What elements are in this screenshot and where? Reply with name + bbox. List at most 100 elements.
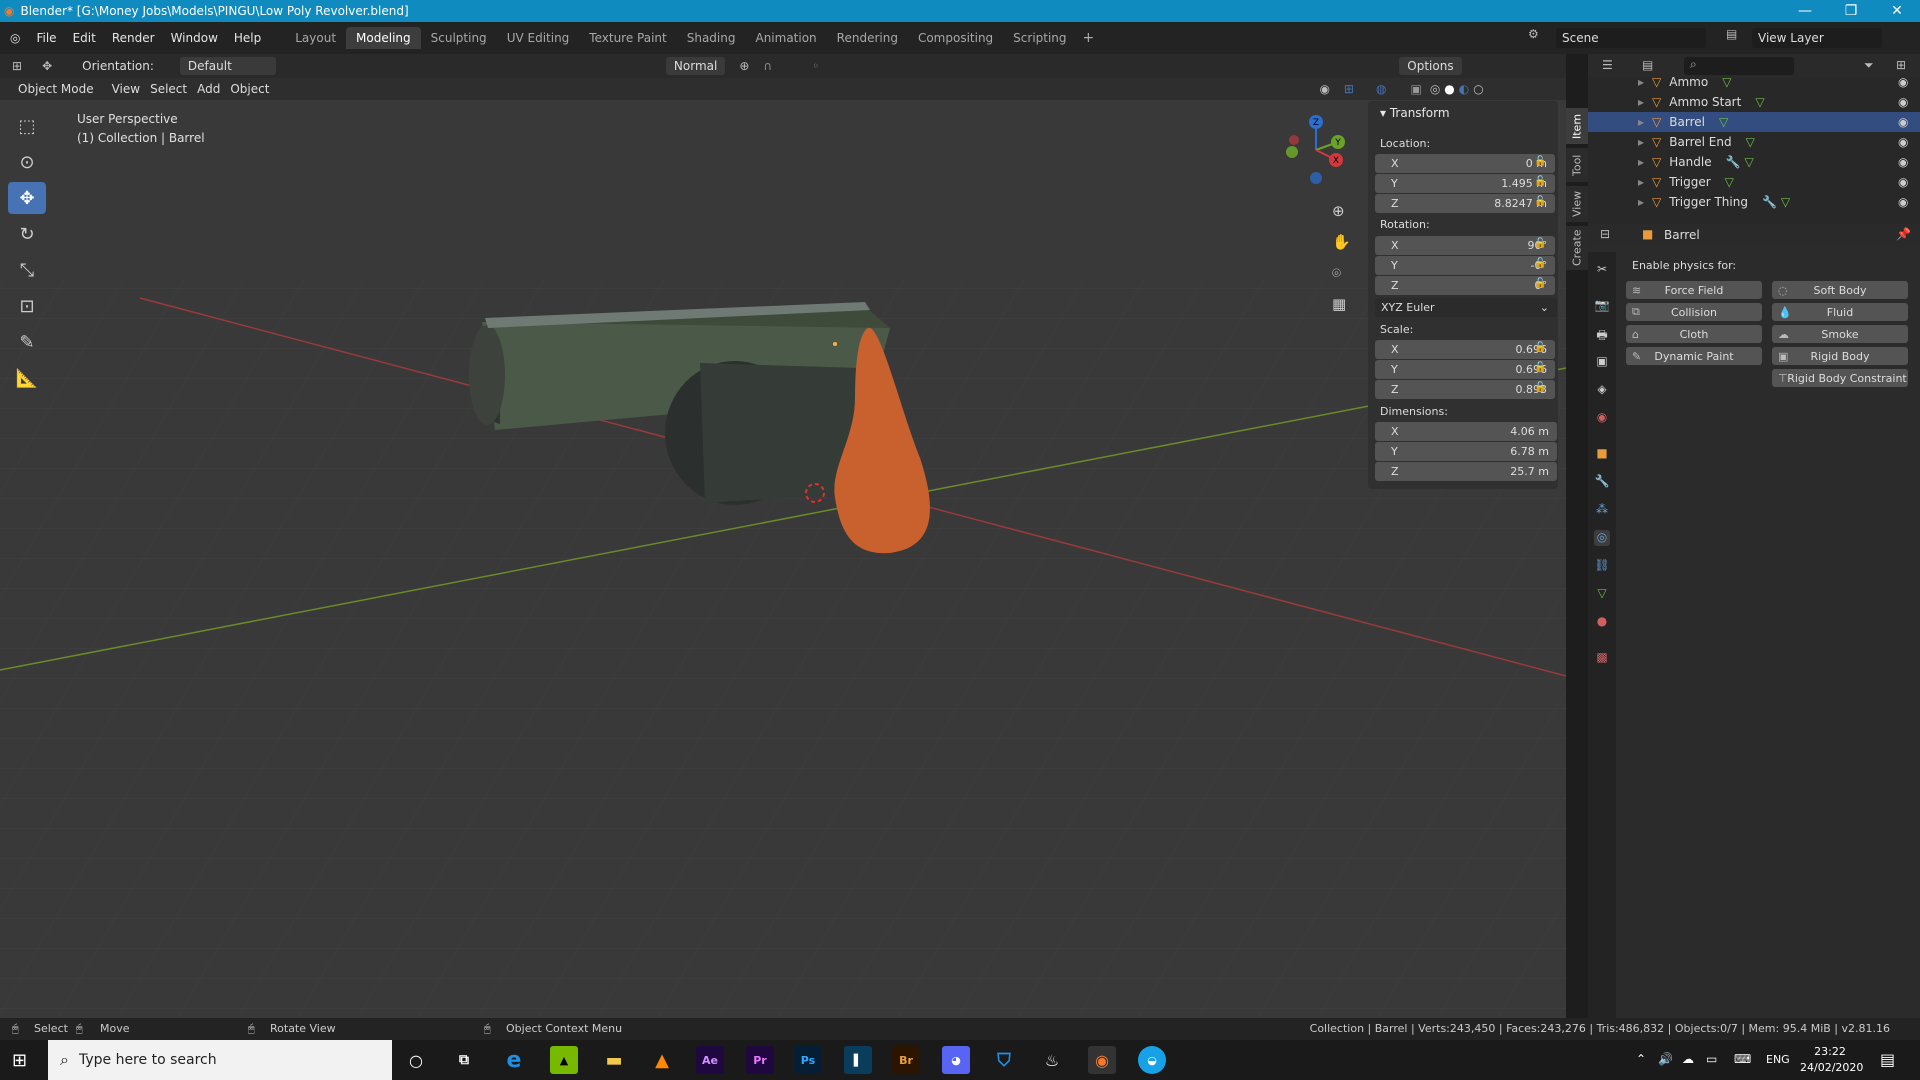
filter-icon[interactable]: ⏷ bbox=[1864, 58, 1874, 73]
output-icon[interactable]: 🖶 bbox=[1594, 326, 1610, 342]
blender-menu-icon[interactable]: ◎ bbox=[10, 31, 20, 45]
view-layer-field[interactable]: View Layer bbox=[1752, 28, 1882, 48]
scene-icon[interactable]: ◈ bbox=[1594, 382, 1610, 398]
eye-icon[interactable]: ◉ bbox=[1898, 135, 1908, 149]
outliner-item[interactable]: ▸ ▽ Ammo ▽ ◉ bbox=[1588, 72, 1920, 92]
outliner-item[interactable]: ▸ ▽ Trigger ▽ ◉ bbox=[1588, 172, 1920, 192]
outliner-item-selected[interactable]: ▸ ▽ Barrel ▽ ◉ bbox=[1588, 112, 1920, 132]
scale-x-field[interactable]: X 0.696 bbox=[1375, 340, 1555, 359]
eye-icon[interactable]: ◉ bbox=[1898, 95, 1908, 109]
gizmo-toggle-icon[interactable]: ⊞ bbox=[1344, 82, 1354, 96]
restore-button[interactable]: ❐ bbox=[1828, 0, 1874, 22]
network-icon[interactable]: ▭ bbox=[1706, 1052, 1717, 1066]
xray-icon[interactable]: ▣ bbox=[1410, 82, 1421, 96]
location-x-field[interactable]: X0 m bbox=[1375, 154, 1555, 173]
rotation-x-field[interactable]: X 90° bbox=[1375, 236, 1555, 255]
eye-icon[interactable]: ◉ bbox=[1898, 115, 1908, 129]
vlc-icon[interactable]: ▲ bbox=[648, 1046, 676, 1074]
task-view-icon[interactable]: ⧉ bbox=[450, 1046, 478, 1074]
rendered-shading-icon[interactable]: ○ bbox=[1473, 82, 1483, 96]
dimensions-y-field[interactable]: Y 6.78 m bbox=[1375, 442, 1557, 461]
lock-icon[interactable]: 🔓 bbox=[1534, 176, 1548, 190]
tab-animation[interactable]: Animation bbox=[745, 27, 826, 49]
tab-layout[interactable]: Layout bbox=[285, 27, 346, 49]
shield-icon[interactable]: ⛉ bbox=[990, 1046, 1018, 1074]
force-field-button[interactable]: ≋ Force Field bbox=[1626, 281, 1762, 299]
mesh-data-icon[interactable]: ▽ bbox=[1594, 586, 1610, 602]
app-circle-icon[interactable]: ◒ bbox=[1138, 1046, 1166, 1074]
lock-icon[interactable]: 🔓 bbox=[1534, 156, 1548, 170]
lock-icon[interactable]: 🔓 bbox=[1534, 196, 1548, 210]
eye-icon[interactable]: ◉ bbox=[1898, 155, 1908, 169]
display-mode-icon[interactable]: ▤ bbox=[1642, 58, 1653, 72]
notification-icon[interactable]: ▤ bbox=[1880, 1050, 1895, 1069]
soft-body-button[interactable]: ◌ Soft Body bbox=[1772, 281, 1908, 299]
language-indicator[interactable]: ENG bbox=[1766, 1053, 1790, 1066]
minimize-button[interactable]: — bbox=[1782, 0, 1828, 22]
menu-select[interactable]: Select bbox=[150, 82, 187, 96]
tab-scripting[interactable]: Scripting bbox=[1003, 27, 1076, 49]
tab-tool[interactable]: Tool bbox=[1566, 148, 1588, 182]
wireframe-shading-icon[interactable]: ◎ bbox=[1430, 82, 1440, 96]
eye-icon[interactable]: ◉ bbox=[1898, 195, 1908, 209]
rigid-body-constraint-button[interactable]: ⊤ Rigid Body Constraint bbox=[1772, 369, 1908, 387]
solid-shading-icon[interactable]: ● bbox=[1444, 82, 1454, 96]
cursor-icon[interactable]: ⊙ bbox=[8, 146, 46, 178]
menu-add[interactable]: Add bbox=[197, 82, 220, 96]
rigid-body-button[interactable]: ▣ Rigid Body bbox=[1772, 347, 1908, 365]
lock-icon[interactable]: 🔓 bbox=[1534, 278, 1548, 292]
photoshop-icon[interactable]: Ps bbox=[794, 1046, 822, 1074]
taskbar-search-input[interactable]: ⌕ Type here to search bbox=[48, 1040, 392, 1080]
measure-tool-icon[interactable]: 📐 bbox=[8, 362, 46, 394]
menu-view[interactable]: View bbox=[112, 82, 140, 96]
steam-icon[interactable]: ♨ bbox=[1038, 1046, 1066, 1074]
file-explorer-icon[interactable]: ▬ bbox=[600, 1046, 628, 1074]
pivot-dropdown[interactable]: Normal bbox=[665, 57, 726, 75]
menu-help[interactable]: Help bbox=[226, 31, 269, 45]
dimensions-z-field[interactable]: Z 25.7 m bbox=[1375, 462, 1557, 481]
cortana-icon[interactable]: ○ bbox=[402, 1046, 430, 1074]
options-button[interactable]: Options bbox=[1399, 57, 1462, 75]
bridge-icon[interactable]: Br bbox=[892, 1046, 920, 1074]
new-collection-icon[interactable]: ⊞ bbox=[1896, 58, 1906, 72]
dimensions-x-field[interactable]: X 4.06 m bbox=[1375, 422, 1557, 441]
annotate-tool-icon[interactable]: ✎ bbox=[8, 326, 46, 358]
tab-create[interactable]: Create bbox=[1566, 226, 1588, 270]
object-mode-dropdown[interactable]: Object Mode bbox=[10, 80, 102, 98]
eye-icon[interactable]: ◉ bbox=[1898, 75, 1908, 89]
smoke-button[interactable]: ☁ Smoke bbox=[1772, 325, 1908, 343]
snap-icon[interactable]: ⊕ bbox=[739, 59, 749, 73]
texture-icon[interactable]: ▩ bbox=[1594, 650, 1610, 666]
move-tool-icon[interactable]: ✥ bbox=[8, 182, 46, 214]
properties-type-icon[interactable]: ⊟ bbox=[1600, 227, 1610, 241]
proportional-icon[interactable]: ◦ bbox=[812, 59, 819, 73]
tab-item[interactable]: Item bbox=[1566, 108, 1588, 144]
tab-uv-editing[interactable]: UV Editing bbox=[497, 27, 580, 49]
menu-window[interactable]: Window bbox=[163, 31, 226, 45]
add-workspace-icon[interactable]: + bbox=[1083, 30, 1095, 46]
outliner-item[interactable]: ▸ ▽ Barrel End ▽ ◉ bbox=[1588, 132, 1920, 152]
transform-gizmo-icon[interactable]: ✥ bbox=[42, 59, 52, 73]
onedrive-icon[interactable]: ☁ bbox=[1682, 1052, 1694, 1066]
tab-modeling[interactable]: Modeling bbox=[346, 27, 421, 49]
render-icon[interactable]: 📷 bbox=[1594, 298, 1610, 314]
rotation-y-field[interactable]: Y -0° bbox=[1375, 256, 1555, 275]
lock-icon[interactable]: 🔓 bbox=[1534, 382, 1548, 396]
rotation-z-field[interactable]: Z 0° bbox=[1375, 276, 1555, 295]
tab-texture-paint[interactable]: Texture Paint bbox=[579, 27, 676, 49]
tab-sculpting[interactable]: Sculpting bbox=[421, 27, 497, 49]
eye-icon[interactable]: ◉ bbox=[1898, 175, 1908, 189]
scale-y-field[interactable]: Y 0.696 bbox=[1375, 360, 1555, 379]
editor-type-icon[interactable]: ⊞ bbox=[12, 59, 22, 73]
tab-rendering[interactable]: Rendering bbox=[827, 27, 908, 49]
pan-hand-icon[interactable]: ✋ bbox=[1332, 227, 1351, 258]
particles-icon[interactable]: ⁂ bbox=[1594, 502, 1610, 518]
app-icon[interactable]: ▌ bbox=[844, 1046, 872, 1074]
outliner-item[interactable]: ▸ ▽ Trigger Thing 🔧 ▽ ◉ bbox=[1588, 192, 1920, 212]
world-icon[interactable]: ◉ bbox=[1594, 410, 1610, 426]
location-z-field[interactable]: Z 8.8247 m bbox=[1375, 194, 1555, 213]
transform-tool-icon[interactable]: ⊡ bbox=[8, 290, 46, 322]
view-layer-icon[interactable]: ▤ bbox=[1726, 27, 1746, 47]
lock-icon[interactable]: 🔓 bbox=[1534, 362, 1548, 376]
menu-object[interactable]: Object bbox=[230, 82, 269, 96]
